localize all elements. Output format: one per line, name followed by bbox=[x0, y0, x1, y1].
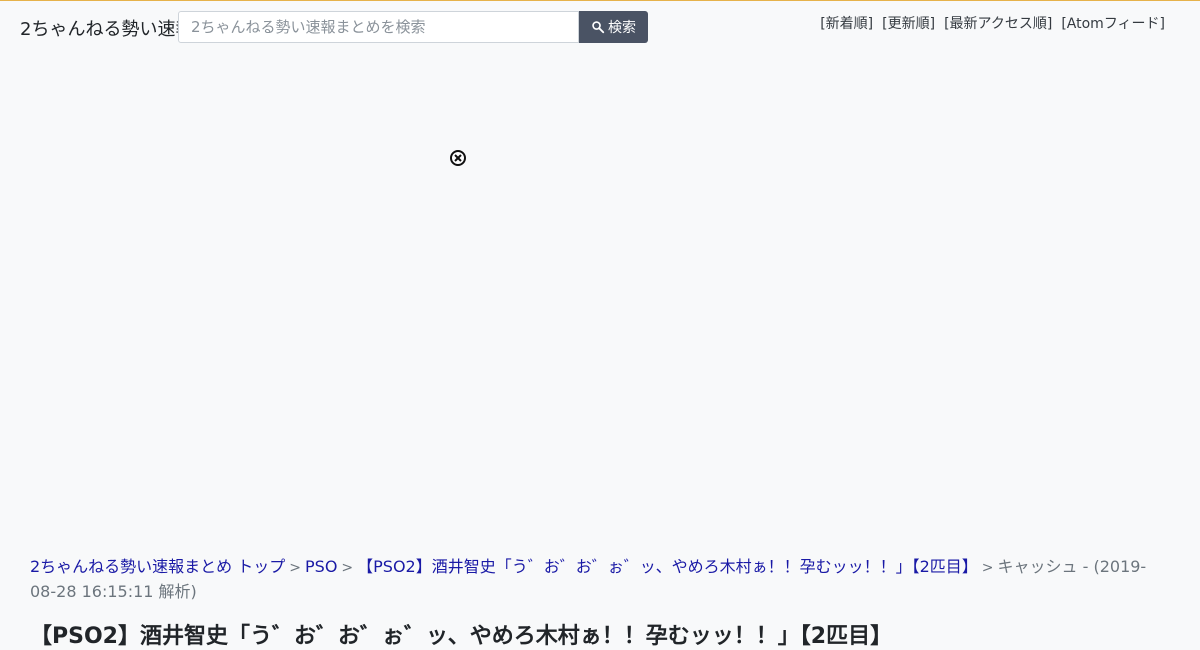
search-icon bbox=[591, 20, 605, 34]
nav-link-updated[interactable]: [更新順] bbox=[882, 13, 935, 33]
breadcrumb-thread[interactable]: 【PSO2】酒井智史「う゛お゛お゛ぉ゛ッ、やめろ木村ぁ！！孕むッッ！！」【2匹目… bbox=[357, 557, 978, 576]
site-title[interactable]: 2ちゃんねる勢い速報まとめ bbox=[20, 15, 182, 41]
breadcrumb-separator: > bbox=[289, 560, 302, 576]
search-button[interactable]: 検索 bbox=[579, 11, 648, 43]
page-title: 【PSO2】酒井智史「う゛お゛お゛ぉ゛ッ、やめろ木村ぁ！！孕むッッ！！」【2匹目… bbox=[30, 624, 893, 649]
breadcrumb-current-prefix: キャッシュ - ( bbox=[997, 557, 1100, 576]
breadcrumb-separator: > bbox=[341, 560, 354, 576]
breadcrumb-current-suffix: 解析) bbox=[153, 582, 197, 601]
search-button-label: 検索 bbox=[608, 20, 636, 36]
header: 2ちゃんねる勢い速報まとめ 検索 [新着順] [更新順] [最新アクセス順] [… bbox=[0, 1, 1200, 52]
breadcrumb-home[interactable]: 2ちゃんねる勢い速報まとめ トップ bbox=[30, 557, 285, 576]
breadcrumb: 2ちゃんねる勢い速報まとめ トップ > PSO > 【PSO2】酒井智史「う゛お゛お゛ぉ… bbox=[30, 555, 1172, 604]
nav-link-recent-access[interactable]: [最新アクセス順] bbox=[944, 13, 1052, 33]
breadcrumb-category[interactable]: PSO bbox=[305, 557, 337, 576]
close-icon[interactable] bbox=[449, 149, 467, 167]
nav-link-atom-feed[interactable]: [Atomフィード] bbox=[1061, 13, 1165, 33]
nav-link-newest[interactable]: [新着順] bbox=[820, 13, 873, 33]
search-input[interactable] bbox=[178, 11, 579, 43]
ad-area bbox=[0, 52, 1200, 542]
breadcrumb-separator: > bbox=[981, 560, 994, 576]
sort-nav: [新着順] [更新順] [最新アクセス順] [Atomフィード] bbox=[820, 13, 1165, 33]
